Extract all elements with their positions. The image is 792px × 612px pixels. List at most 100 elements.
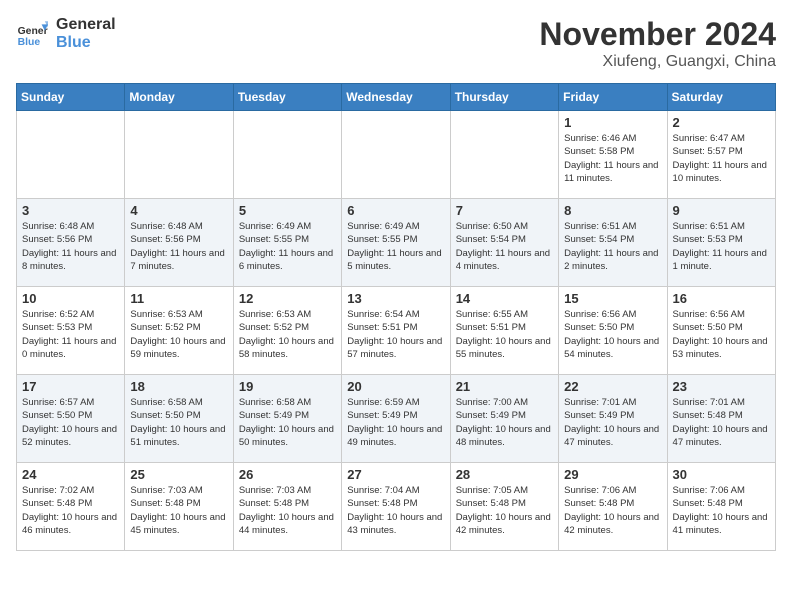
day-number: 29 (564, 467, 661, 482)
day-number: 6 (347, 203, 444, 218)
day-number: 23 (673, 379, 770, 394)
day-number: 4 (130, 203, 227, 218)
calendar-cell: 25 Sunrise: 7:03 AM Sunset: 5:48 PM Dayli… (125, 463, 233, 551)
day-info: Sunrise: 6:58 AM Sunset: 5:50 PM Dayligh… (130, 396, 227, 449)
day-info: Sunrise: 6:48 AM Sunset: 5:56 PM Dayligh… (130, 220, 227, 273)
day-number: 15 (564, 291, 661, 306)
day-number: 24 (22, 467, 119, 482)
calendar-cell: 22 Sunrise: 7:01 AM Sunset: 5:49 PM Dayli… (559, 375, 667, 463)
calendar-cell: 29 Sunrise: 7:06 AM Sunset: 5:48 PM Dayli… (559, 463, 667, 551)
day-info: Sunrise: 7:01 AM Sunset: 5:48 PM Dayligh… (673, 396, 770, 449)
calendar-cell: 24 Sunrise: 7:02 AM Sunset: 5:48 PM Dayli… (17, 463, 125, 551)
day-number: 27 (347, 467, 444, 482)
day-number: 22 (564, 379, 661, 394)
logo-line1: General (56, 16, 116, 34)
header-monday: Monday (125, 84, 233, 111)
day-info: Sunrise: 6:51 AM Sunset: 5:53 PM Dayligh… (673, 220, 770, 273)
day-info: Sunrise: 6:59 AM Sunset: 5:49 PM Dayligh… (347, 396, 444, 449)
day-info: Sunrise: 7:00 AM Sunset: 5:49 PM Dayligh… (456, 396, 553, 449)
day-info: Sunrise: 6:47 AM Sunset: 5:57 PM Dayligh… (673, 132, 770, 185)
calendar-cell: 17 Sunrise: 6:57 AM Sunset: 5:50 PM Dayli… (17, 375, 125, 463)
calendar-cell (125, 111, 233, 199)
day-number: 17 (22, 379, 119, 394)
day-number: 8 (564, 203, 661, 218)
logo-icon: General Blue (16, 18, 48, 50)
calendar-cell: 18Sunrise: 6:58 AM Sunset: 5:50 PM Dayli… (125, 375, 233, 463)
day-info: Sunrise: 6:53 AM Sunset: 5:52 PM Dayligh… (130, 308, 227, 361)
calendar-header: SundayMondayTuesdayWednesdayThursdayFrid… (17, 84, 776, 111)
calendar-cell: 8Sunrise: 6:51 AM Sunset: 5:54 PM Daylig… (559, 199, 667, 287)
calendar-cell: 1Sunrise: 6:46 AM Sunset: 5:58 PM Daylig… (559, 111, 667, 199)
calendar-cell: 11 Sunrise: 6:53 AM Sunset: 5:52 PM Dayli… (125, 287, 233, 375)
calendar-cell: 26 Sunrise: 7:03 AM Sunset: 5:48 PM Dayli… (233, 463, 341, 551)
day-info: Sunrise: 7:03 AM Sunset: 5:48 PM Dayligh… (130, 484, 227, 537)
calendar-body: 1Sunrise: 6:46 AM Sunset: 5:58 PM Daylig… (17, 111, 776, 551)
calendar-cell: 13Sunrise: 6:54 AM Sunset: 5:51 PM Dayli… (342, 287, 450, 375)
header-sunday: Sunday (17, 84, 125, 111)
calendar-cell: 28 Sunrise: 7:05 AM Sunset: 5:48 PM Dayli… (450, 463, 558, 551)
day-info: Sunrise: 7:02 AM Sunset: 5:48 PM Dayligh… (22, 484, 119, 537)
calendar-cell: 4 Sunrise: 6:48 AM Sunset: 5:56 PM Daylig… (125, 199, 233, 287)
day-number: 5 (239, 203, 336, 218)
calendar-cell: 16 Sunrise: 6:56 AM Sunset: 5:50 PM Dayli… (667, 287, 775, 375)
day-number: 16 (673, 291, 770, 306)
week-row-1: 3 Sunrise: 6:48 AM Sunset: 5:56 PM Daylig… (17, 199, 776, 287)
week-row-2: 10Sunrise: 6:52 AM Sunset: 5:53 PM Dayli… (17, 287, 776, 375)
day-info: Sunrise: 7:03 AM Sunset: 5:48 PM Dayligh… (239, 484, 336, 537)
month-title: November 2024 (539, 16, 776, 53)
header-thursday: Thursday (450, 84, 558, 111)
day-info: Sunrise: 7:06 AM Sunset: 5:48 PM Dayligh… (673, 484, 770, 537)
header-wednesday: Wednesday (342, 84, 450, 111)
day-number: 13 (347, 291, 444, 306)
calendar-cell (233, 111, 341, 199)
day-number: 2 (673, 115, 770, 130)
day-number: 3 (22, 203, 119, 218)
logo-line2: Blue (56, 34, 116, 52)
week-row-0: 1Sunrise: 6:46 AM Sunset: 5:58 PM Daylig… (17, 111, 776, 199)
day-info: Sunrise: 7:01 AM Sunset: 5:49 PM Dayligh… (564, 396, 661, 449)
week-row-3: 17 Sunrise: 6:57 AM Sunset: 5:50 PM Dayli… (17, 375, 776, 463)
day-number: 30 (673, 467, 770, 482)
day-number: 25 (130, 467, 227, 482)
calendar-cell: 6 Sunrise: 6:49 AM Sunset: 5:55 PM Daylig… (342, 199, 450, 287)
svg-text:Blue: Blue (18, 37, 41, 48)
day-info: Sunrise: 7:06 AM Sunset: 5:48 PM Dayligh… (564, 484, 661, 537)
calendar-cell: 27 Sunrise: 7:04 AM Sunset: 5:48 PM Dayli… (342, 463, 450, 551)
day-number: 20 (347, 379, 444, 394)
calendar-cell: 7 Sunrise: 6:50 AM Sunset: 5:54 PM Daylig… (450, 199, 558, 287)
calendar-table: SundayMondayTuesdayWednesdayThursdayFrid… (16, 83, 776, 551)
day-info: Sunrise: 7:05 AM Sunset: 5:48 PM Dayligh… (456, 484, 553, 537)
location: Xiufeng, Guangxi, China (539, 53, 776, 71)
day-number: 12 (239, 291, 336, 306)
calendar-cell: 2 Sunrise: 6:47 AM Sunset: 5:57 PM Daylig… (667, 111, 775, 199)
day-number: 11 (130, 291, 227, 306)
day-number: 28 (456, 467, 553, 482)
calendar-cell: 19Sunrise: 6:58 AM Sunset: 5:49 PM Dayli… (233, 375, 341, 463)
calendar-cell: 3Sunrise: 6:48 AM Sunset: 5:56 PM Daylig… (17, 199, 125, 287)
day-info: Sunrise: 6:49 AM Sunset: 5:55 PM Dayligh… (239, 220, 336, 273)
day-info: Sunrise: 6:46 AM Sunset: 5:58 PM Dayligh… (564, 132, 661, 185)
day-info: Sunrise: 7:04 AM Sunset: 5:48 PM Dayligh… (347, 484, 444, 537)
calendar-cell: 12Sunrise: 6:53 AM Sunset: 5:52 PM Dayli… (233, 287, 341, 375)
calendar-cell: 15 Sunrise: 6:56 AM Sunset: 5:50 PM Dayli… (559, 287, 667, 375)
week-row-4: 24 Sunrise: 7:02 AM Sunset: 5:48 PM Dayli… (17, 463, 776, 551)
day-info: Sunrise: 6:56 AM Sunset: 5:50 PM Dayligh… (673, 308, 770, 361)
day-info: Sunrise: 6:50 AM Sunset: 5:54 PM Dayligh… (456, 220, 553, 273)
day-info: Sunrise: 6:57 AM Sunset: 5:50 PM Dayligh… (22, 396, 119, 449)
calendar-cell: 14Sunrise: 6:55 AM Sunset: 5:51 PM Dayli… (450, 287, 558, 375)
day-number: 7 (456, 203, 553, 218)
day-info: Sunrise: 6:49 AM Sunset: 5:55 PM Dayligh… (347, 220, 444, 273)
day-number: 21 (456, 379, 553, 394)
day-number: 26 (239, 467, 336, 482)
day-info: Sunrise: 6:56 AM Sunset: 5:50 PM Dayligh… (564, 308, 661, 361)
page-header: General Blue General Blue November 2024 … (16, 16, 776, 71)
title-block: November 2024 Xiufeng, Guangxi, China (539, 16, 776, 71)
calendar-cell: 5 Sunrise: 6:49 AM Sunset: 5:55 PM Daylig… (233, 199, 341, 287)
day-info: Sunrise: 6:55 AM Sunset: 5:51 PM Dayligh… (456, 308, 553, 361)
calendar-cell: 10Sunrise: 6:52 AM Sunset: 5:53 PM Dayli… (17, 287, 125, 375)
calendar-cell (342, 111, 450, 199)
calendar-cell: 30 Sunrise: 7:06 AM Sunset: 5:48 PM Dayli… (667, 463, 775, 551)
logo: General Blue General Blue (16, 16, 116, 51)
day-info: Sunrise: 6:52 AM Sunset: 5:53 PM Dayligh… (22, 308, 119, 361)
calendar-cell: 9Sunrise: 6:51 AM Sunset: 5:53 PM Daylig… (667, 199, 775, 287)
